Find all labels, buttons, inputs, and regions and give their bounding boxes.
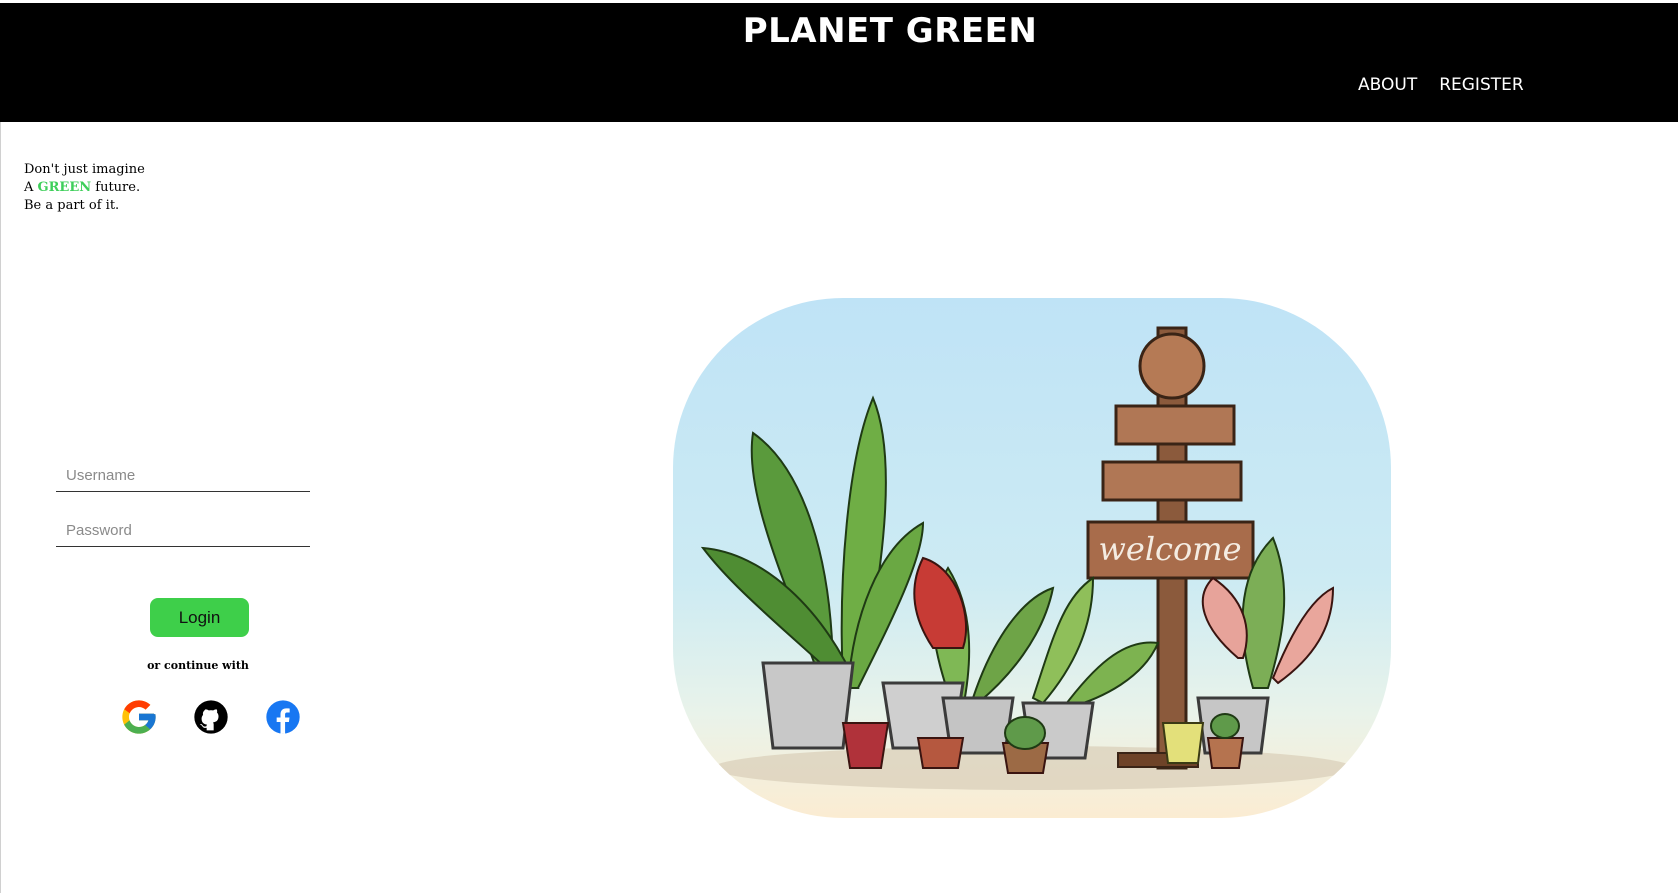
tagline-highlight: GREEN: [37, 180, 92, 195]
continue-with-label: or continue with: [147, 659, 249, 672]
page: PLANET GREEN ABOUT REGISTER Don't just i…: [0, 3, 1678, 893]
tagline-line-2: A GREEN future.: [24, 179, 145, 197]
login-button[interactable]: Login: [150, 598, 249, 637]
tagline-line-1: Don't just imagine: [24, 162, 145, 177]
password-input[interactable]: [56, 515, 310, 547]
header-bar: PLANET GREEN ABOUT REGISTER: [0, 3, 1678, 122]
welcome-sign-text: welcome: [1098, 530, 1241, 568]
nav-about-link[interactable]: ABOUT: [1358, 75, 1417, 95]
brand-title: PLANET GREEN: [742, 11, 1038, 51]
left-border: [0, 122, 1, 893]
google-icon[interactable]: [119, 697, 159, 737]
nav-register-link[interactable]: REGISTER: [1439, 75, 1523, 95]
tagline-line-3: Be a part of it.: [24, 198, 120, 213]
tagline-prefix: A: [24, 180, 38, 195]
facebook-icon[interactable]: [263, 697, 303, 737]
top-nav: ABOUT REGISTER: [1358, 75, 1524, 95]
tagline-suffix: future.: [91, 180, 141, 195]
tagline: Don't just imagine A GREEN future. Be a …: [24, 161, 145, 215]
username-input[interactable]: [56, 460, 310, 492]
welcome-plants-illustration: welcome: [673, 298, 1391, 818]
github-icon[interactable]: [191, 697, 231, 737]
plants-scene-graphic: welcome: [700, 326, 1353, 790]
